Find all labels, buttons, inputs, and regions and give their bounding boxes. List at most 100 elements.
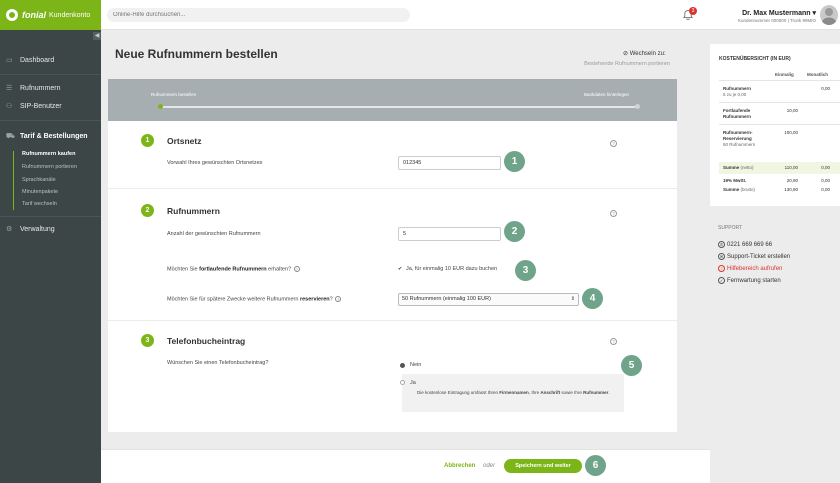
- reserve-numbers-select[interactable]: 50 Rufnummern (einmalig 100 EUR) ⇕: [398, 293, 579, 306]
- column-header-once: Einmalig: [775, 72, 794, 77]
- area-code-input[interactable]: [398, 156, 501, 170]
- radio-nein-label[interactable]: Nein: [410, 362, 421, 368]
- switch-to-porting-link[interactable]: Bestehende Rufnummern portieren: [543, 61, 670, 67]
- sidebar-item-label: Verwaltung: [20, 225, 55, 233]
- or-text: oder: [483, 463, 496, 469]
- sum-gross-label: Summe (brutto): [723, 187, 756, 192]
- select-arrow-icon: ⇕: [570, 296, 575, 302]
- help-icon[interactable]: ?: [293, 266, 300, 272]
- sidebar-item-sip-benutzer[interactable]: ⚇ SIP-Benutzer: [6, 102, 62, 111]
- phone-icon: ✆: [718, 241, 725, 248]
- step-badge: 2: [504, 221, 525, 242]
- sum-gross-monthly: 0,00: [821, 187, 830, 192]
- main-content: Neue Rufnummern bestellen ⊘ Wechseln zu:…: [101, 30, 710, 449]
- progress-step-next: Bankdaten hinterlegen: [584, 92, 630, 97]
- submenu-indicator-line: [13, 151, 14, 210]
- support-ticket-link[interactable]: ✉ Support-Ticket erstellen: [718, 253, 790, 260]
- progress-track: [160, 106, 638, 108]
- help-icon[interactable]: ?: [610, 210, 617, 217]
- phonebook-question: Wünschen Sie einen Telefonbucheintrag?: [167, 360, 269, 366]
- cancel-link[interactable]: Abbrechen: [444, 463, 475, 469]
- cost-row-label: Rufnummern 5 zu je 0,00: [723, 86, 751, 97]
- app-root: fonial Kundenkonto 3 Dr. Max Mustermann …: [0, 0, 840, 483]
- sidebar-subitem-rufnummern-kaufen[interactable]: Rufnummern kaufen: [22, 151, 75, 157]
- radio-ja[interactable]: [400, 380, 405, 385]
- sidebar-subitem-minutenpakete[interactable]: Minutenpakete: [22, 189, 58, 195]
- sidebar: ◀ ▭ Dashboard ☰ Rufnummern ⚇ SIP-Benutze…: [0, 30, 101, 483]
- search-input[interactable]: [107, 8, 410, 22]
- form-footer: Abbrechen oder Speichern und weiter 6: [101, 449, 710, 483]
- section-title-ortsnetz: Ortsnetz: [167, 136, 202, 146]
- sum-net-label: Summe (netto): [723, 165, 754, 170]
- step-badge: 1: [504, 151, 525, 172]
- step-badge: 6: [585, 455, 606, 476]
- right-panel: KOSTENÜBERSICHT (IN EUR) Einmalig Monatl…: [710, 30, 840, 483]
- cost-overview-title: KOSTENÜBERSICHT (IN EUR): [719, 56, 791, 62]
- switch-heading: ⊘ Wechseln zu:: [623, 51, 666, 57]
- checkbox-checked-icon[interactable]: ✔: [398, 266, 403, 272]
- sidebar-item-label: Rufnummern: [20, 84, 61, 92]
- vat-once: 20,90: [786, 178, 798, 183]
- section-title-rufnummern: Rufnummern: [167, 206, 220, 216]
- remote-maintenance-link[interactable]: ✓ Fernwartung starten: [718, 277, 781, 284]
- phone-book-icon: ☰: [6, 85, 13, 92]
- column-header-monthly: Monatlich: [807, 72, 828, 77]
- dashboard-icon: ▭: [6, 57, 13, 64]
- phonebook-description: Die kostenlose Eintragung umfasst Ihren …: [417, 390, 610, 395]
- help-area-link[interactable]: ? Hilfebereich aufrufen: [718, 265, 782, 272]
- progress-dot-active: [158, 104, 163, 109]
- order-form: 1 Ortsnetz ? Vorwahl Ihres gewünschten O…: [108, 121, 677, 432]
- collapse-sidebar-button[interactable]: ◀: [93, 32, 101, 40]
- user-menu[interactable]: Dr. Max Mustermann ▾: [700, 9, 816, 17]
- sidebar-subitem-tarif-wechseln[interactable]: Tarif wechseln: [22, 201, 57, 207]
- cost-row-once: 100,00: [784, 130, 798, 135]
- sidebar-item-tarif-bestellungen[interactable]: ⛟ Tarif & Bestellungen: [6, 132, 88, 141]
- consecutive-numbers-checkbox-row[interactable]: ✔ Ja, für einmalig 10 EUR dazu buchen: [398, 266, 497, 272]
- radio-ja-label[interactable]: Ja: [410, 380, 416, 386]
- avatar[interactable]: [820, 5, 838, 25]
- save-and-continue-button[interactable]: Speichern und weiter: [504, 459, 582, 473]
- progress-dot-inactive: [635, 104, 640, 109]
- step-badge: 5: [621, 355, 642, 376]
- check-circle-icon: ⊘: [623, 51, 630, 57]
- support-phone[interactable]: ✆ 0221 669 669 66: [718, 241, 772, 248]
- radio-nein[interactable]: [400, 363, 405, 368]
- vat-monthly: 0,00: [821, 178, 830, 183]
- sum-net-once: 110,00: [784, 165, 798, 170]
- fonial-logo-icon: [6, 9, 18, 21]
- cost-row-once: 10,00: [786, 108, 798, 113]
- sidebar-subitem-rufnummern-portieren[interactable]: Rufnummern portieren: [22, 164, 77, 170]
- progress-bar: Rufnummern bestellen Bankdaten hinterleg…: [108, 79, 677, 121]
- support-title: SUPPORT: [718, 225, 743, 231]
- number-count-input[interactable]: [398, 227, 501, 241]
- consecutive-numbers-answer: Ja, für einmalig 10 EUR dazu buchen: [406, 266, 498, 272]
- sidebar-divider: [0, 216, 101, 217]
- user-avatar-icon: [821, 8, 837, 25]
- remote-icon: ✓: [718, 277, 725, 284]
- sidebar-item-dashboard[interactable]: ▭ Dashboard: [6, 56, 54, 65]
- sidebar-item-label: SIP-Benutzer: [20, 102, 62, 110]
- row-divider: [719, 124, 840, 125]
- progress-step-current: Rufnummern bestellen: [151, 92, 197, 97]
- sidebar-subitem-sprachkanaele[interactable]: Sprachkanäle: [22, 177, 56, 183]
- cost-row-label: Rufnummern-Reservierung 50 Rufnummern: [723, 130, 756, 147]
- sidebar-divider: [0, 74, 101, 75]
- help-icon: ?: [718, 265, 725, 272]
- row-divider: [719, 80, 840, 81]
- help-icon[interactable]: ?: [610, 140, 617, 147]
- consecutive-numbers-question: Möchten Sie fortlaufende Rufnummern erha…: [167, 266, 300, 273]
- users-icon: ⚇: [6, 103, 13, 110]
- page-title: Neue Rufnummern bestellen: [115, 47, 278, 61]
- user-account-info: Kundennummer 000000 | Trunk 99MIO: [738, 18, 816, 23]
- sidebar-item-rufnummern[interactable]: ☰ Rufnummern: [6, 84, 61, 93]
- brand-sub: Kundenkonto: [49, 11, 91, 19]
- help-icon[interactable]: ?: [610, 338, 617, 345]
- brand-logo[interactable]: fonial Kundenkonto: [0, 0, 101, 30]
- area-code-label: Vorwahl Ihres gewünschten Ortsnetzes: [167, 160, 263, 166]
- number-count-label: Anzahl der gewünschten Rufnummern: [167, 231, 261, 237]
- ticket-icon: ✉: [718, 253, 725, 260]
- top-bar: fonial Kundenkonto 3 Dr. Max Mustermann …: [0, 0, 840, 30]
- sidebar-item-verwaltung[interactable]: ⚙ Verwaltung: [6, 225, 55, 234]
- help-icon[interactable]: ?: [335, 296, 342, 302]
- section-divider: [108, 320, 677, 321]
